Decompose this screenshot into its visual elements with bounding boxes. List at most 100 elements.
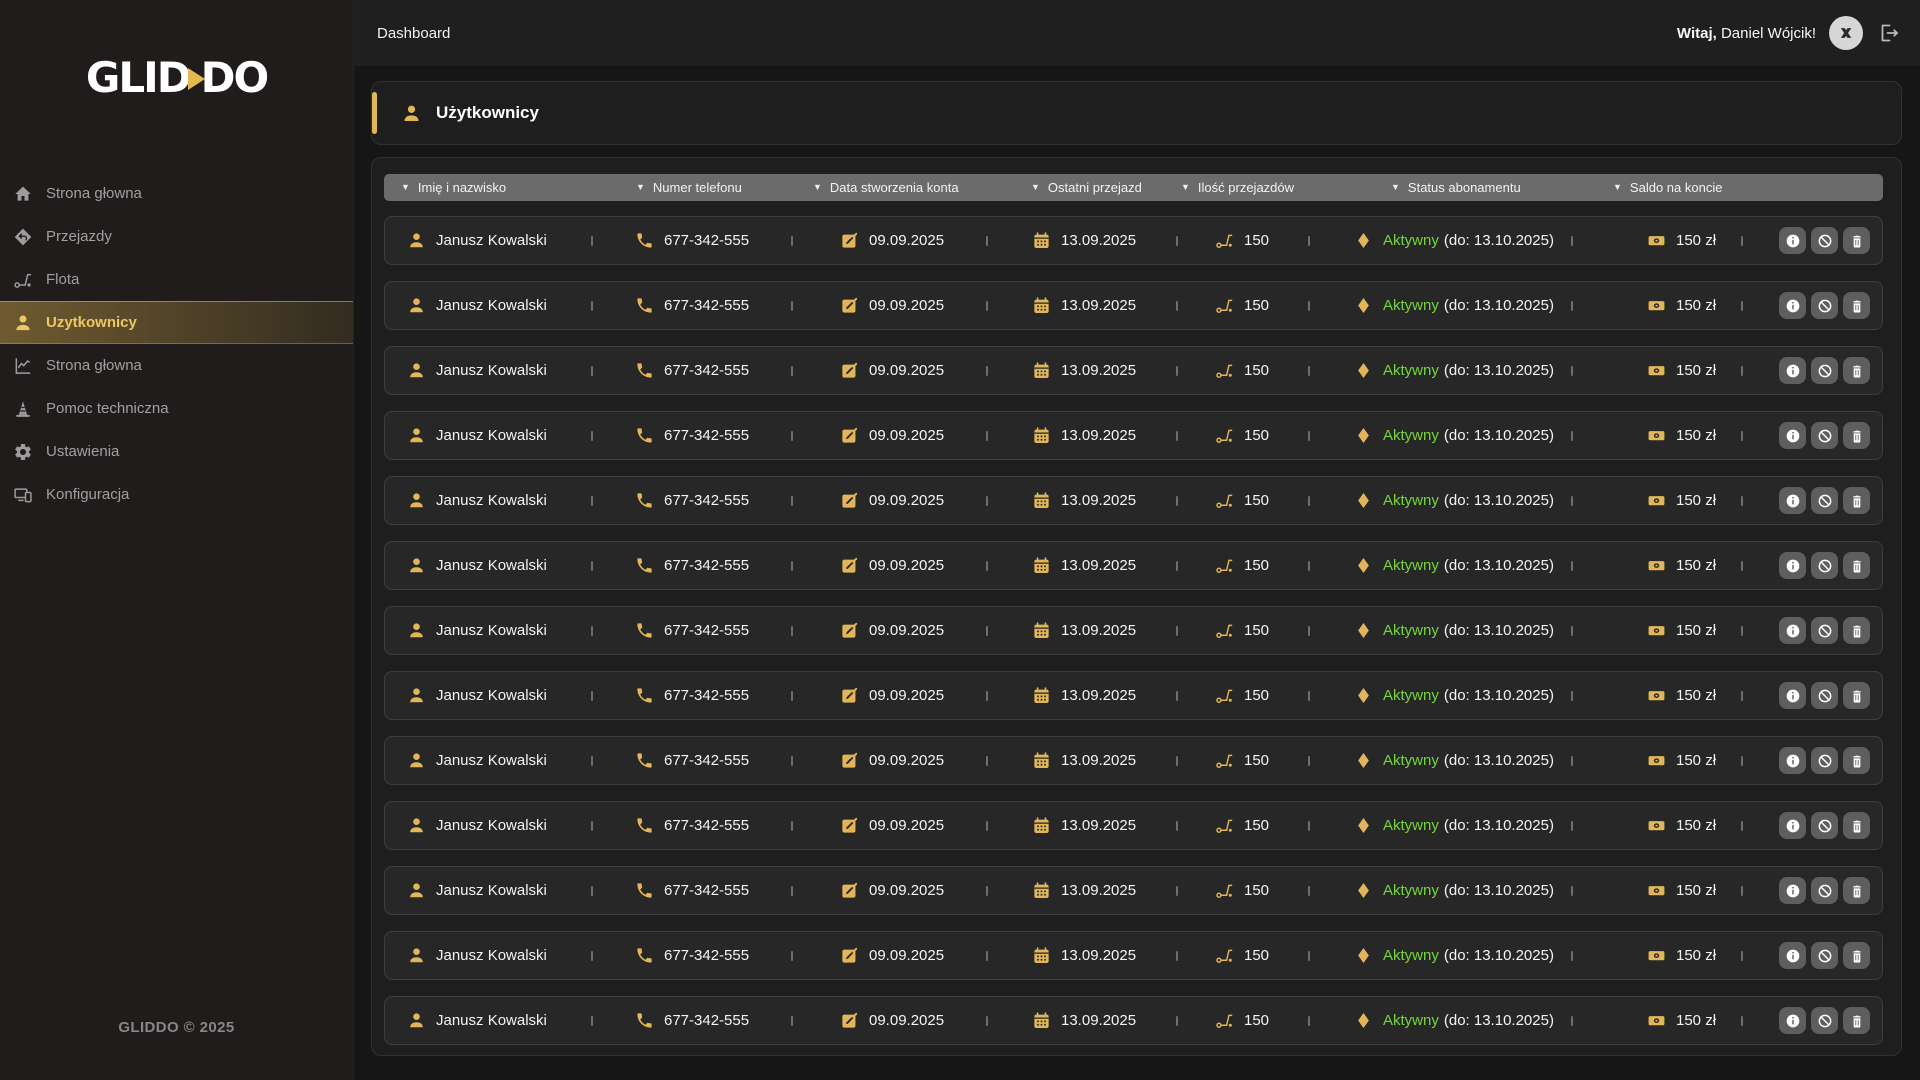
cell-divider [1741,625,1743,636]
last-ride-date: 13.09.2025 [1061,687,1137,704]
column-header-created[interactable]: ▼ Data stworzenia konta [813,180,1031,195]
cell-rides: 150 [1176,477,1309,524]
last-ride-date: 13.09.2025 [1061,1012,1137,1029]
avatar[interactable] [1829,16,1863,50]
logout-button[interactable] [1876,20,1902,46]
block-button[interactable] [1811,682,1838,709]
info-icon [1786,949,1799,962]
user-icon [410,818,423,833]
created-date: 09.09.2025 [869,297,945,314]
info-button[interactable] [1779,877,1806,904]
column-header-balance[interactable]: ▼ Saldo na koncie [1613,180,1883,195]
cell-created: 09.09.2025 [791,672,987,719]
banknote-icon [1648,626,1665,636]
info-button[interactable] [1779,487,1806,514]
cell-divider [1308,495,1310,506]
delete-button[interactable] [1843,422,1870,449]
block-button[interactable] [1811,617,1838,644]
block-button[interactable] [1811,227,1838,254]
filter-icon: ▼ [1391,182,1400,192]
cell-last-ride: 13.09.2025 [986,542,1177,589]
sidebar-item-strona-glowna[interactable]: Strona głowna [0,172,353,215]
info-button[interactable] [1779,942,1806,969]
info-button[interactable] [1779,812,1806,839]
info-button[interactable] [1779,617,1806,644]
delete-button[interactable] [1843,747,1870,774]
block-button[interactable] [1811,1007,1838,1034]
block-button[interactable] [1811,812,1838,839]
info-button[interactable] [1779,682,1806,709]
info-button[interactable] [1779,357,1806,384]
column-header-status[interactable]: ▼ Status abonamentu [1391,180,1613,195]
created-date: 09.09.2025 [869,427,945,444]
trash-icon [1852,690,1861,703]
cell-rides: 150 [1176,932,1309,979]
cell-divider [591,820,593,831]
cell-last-ride: 13.09.2025 [986,867,1177,914]
block-button[interactable] [1811,487,1838,514]
delete-button[interactable] [1843,552,1870,579]
rides-count: 150 [1244,1012,1270,1029]
diamond-icon [1358,427,1369,444]
block-button[interactable] [1811,877,1838,904]
rides-count: 150 [1244,817,1270,834]
sidebar-item-flota[interactable]: Flota [0,258,353,301]
main-area: Dashboard Witaj, Daniel Wójcik! Użytkown… [354,0,1920,1080]
info-icon [1786,624,1799,637]
delete-button[interactable] [1843,812,1870,839]
sidebar-item-konfiguracja[interactable]: Konfiguracja [0,473,353,516]
cell-divider [1176,365,1178,376]
column-header-phone[interactable]: ▼ Numer telefonu [636,180,813,195]
info-icon [1786,364,1799,377]
topbar-right: Witaj, Daniel Wójcik! [1677,16,1902,50]
info-button[interactable] [1779,747,1806,774]
created-date: 09.09.2025 [869,232,945,249]
table-row: Janusz Kowalski 677-342-555 09.09.2025 1… [384,736,1883,785]
column-header-last-ride[interactable]: ▼ Ostatni przejazd [1031,180,1181,195]
cell-name: Janusz Kowalski [385,282,592,329]
delete-button[interactable] [1843,292,1870,319]
status-until: (do: 13.10.2025) [1443,882,1554,899]
cell-divider [986,885,988,896]
column-header-rides[interactable]: ▼ Ilość przejazdów [1181,180,1391,195]
info-button[interactable] [1779,422,1806,449]
status-until: (do: 13.10.2025) [1443,232,1554,249]
block-button[interactable] [1811,292,1838,319]
sidebar-item-pomoc-techniczna[interactable]: Pomoc techniczna [0,387,353,430]
delete-button[interactable] [1843,1007,1870,1034]
delete-button[interactable] [1843,942,1870,969]
info-button[interactable] [1779,292,1806,319]
sidebar-item-uzytkownicy[interactable]: Uzytkownicy [0,301,353,344]
column-header-name[interactable]: ▼ Imię i nazwisko [401,180,636,195]
info-button[interactable] [1779,552,1806,579]
sidebar-item-przejazdy[interactable]: Przejazdy [0,215,353,258]
delete-button[interactable] [1843,617,1870,644]
block-button[interactable] [1811,357,1838,384]
info-button[interactable] [1779,1007,1806,1034]
delete-button[interactable] [1843,877,1870,904]
edit-note-icon [842,427,858,443]
block-button[interactable] [1811,552,1838,579]
sidebar-item-ustawienia[interactable]: Ustawienia [0,430,353,473]
ban-icon [1818,624,1831,637]
sidebar-item-strona-glowna-2[interactable]: Strona głowna [0,344,353,387]
cell-balance: 150 zł [1571,737,1742,784]
cell-phone: 677-342-555 [591,867,792,914]
phone-number: 677-342-555 [664,362,750,379]
cell-phone: 677-342-555 [591,282,792,329]
delete-button[interactable] [1843,357,1870,384]
delete-button[interactable] [1843,227,1870,254]
block-button[interactable] [1811,747,1838,774]
balance-value: 150 zł [1676,557,1717,574]
filter-icon: ▼ [1613,182,1622,192]
delete-button[interactable] [1843,487,1870,514]
block-button[interactable] [1811,942,1838,969]
scooter-icon [1216,624,1233,638]
cell-name: Janusz Kowalski [385,867,592,914]
info-button[interactable] [1779,227,1806,254]
cell-rides: 150 [1176,542,1309,589]
cell-divider [591,365,593,376]
delete-button[interactable] [1843,682,1870,709]
block-button[interactable] [1811,422,1838,449]
table-row: Janusz Kowalski 677-342-555 09.09.2025 1… [384,541,1883,590]
